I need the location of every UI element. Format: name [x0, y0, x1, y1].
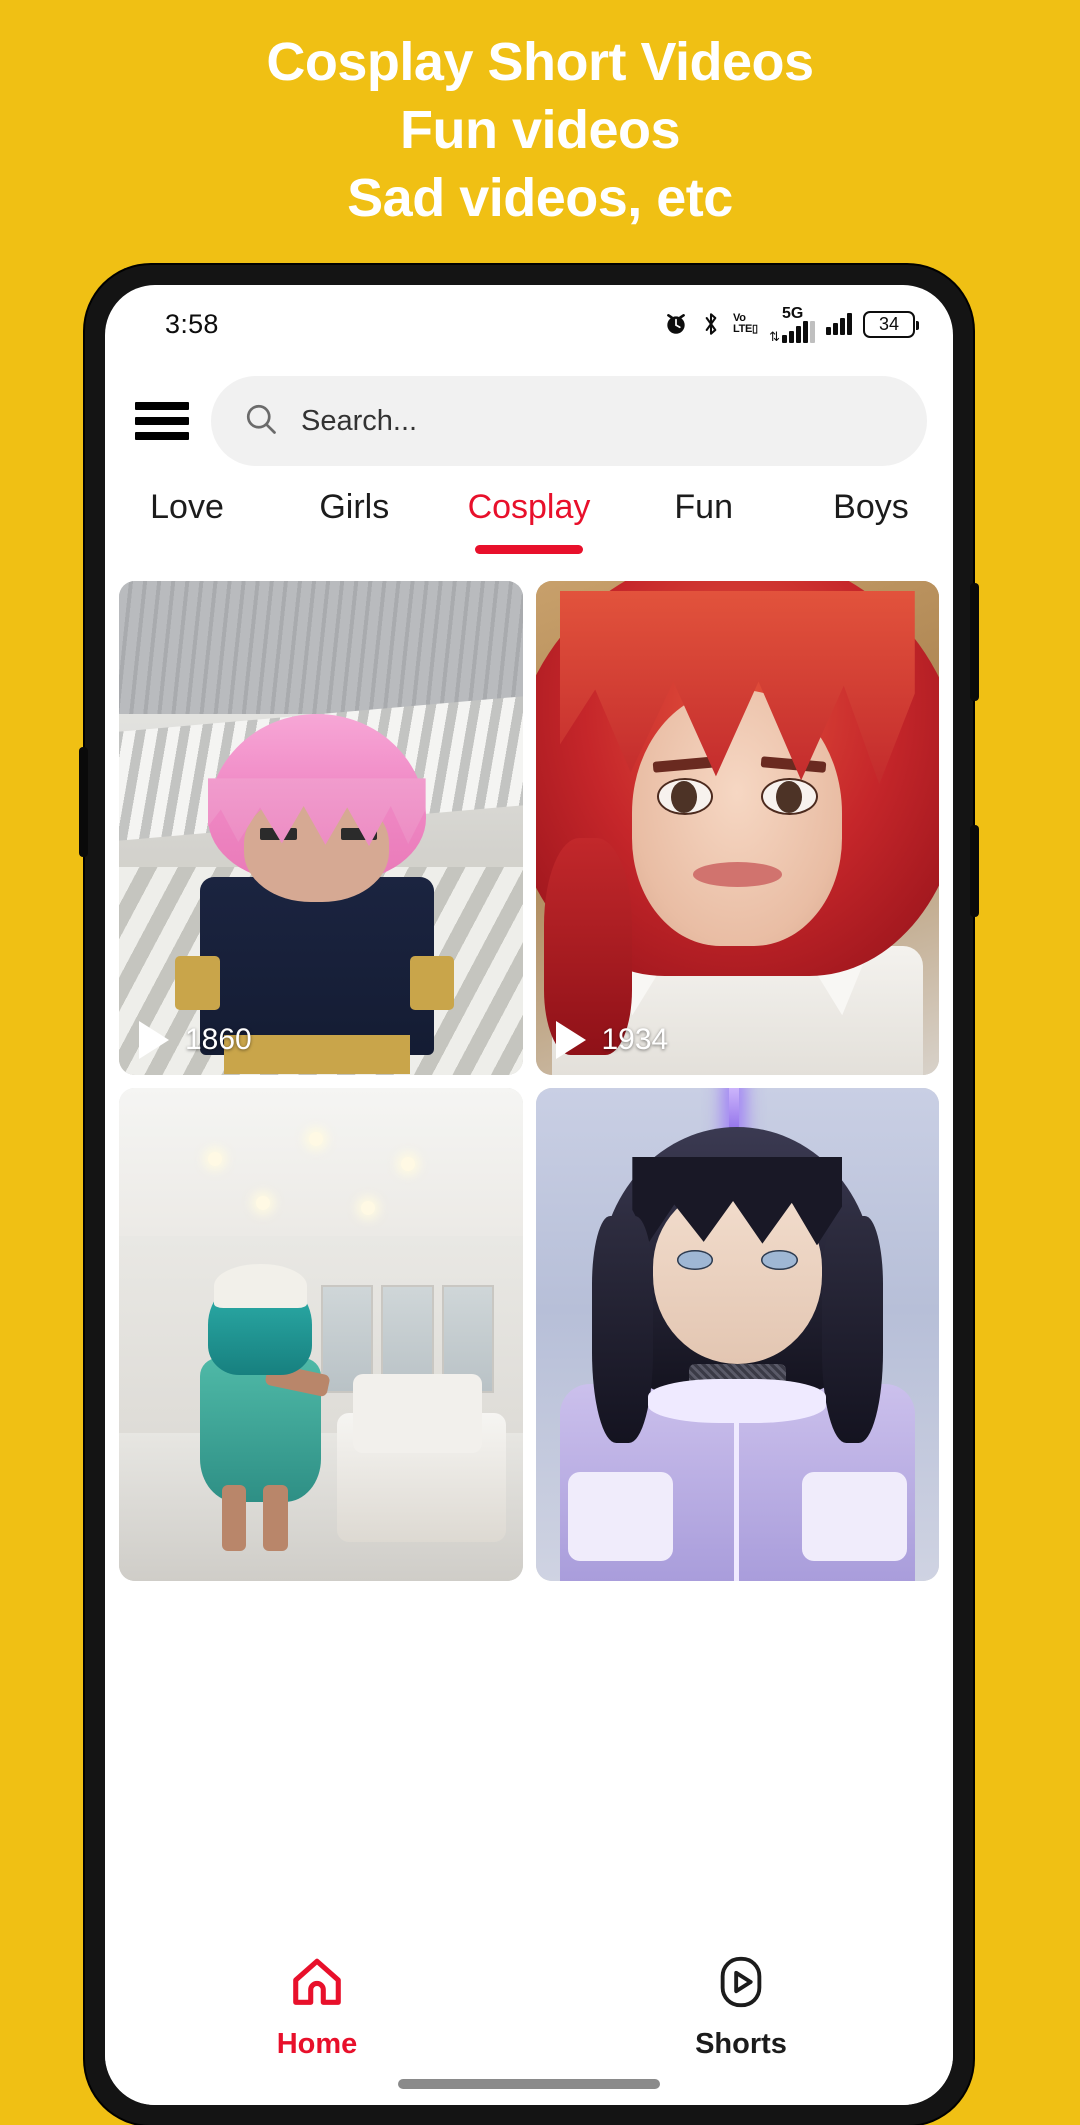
- tab-label: Fun: [674, 488, 733, 526]
- tab-cosplay[interactable]: Cosplay: [467, 488, 591, 554]
- tab-indicator: [650, 545, 758, 554]
- tab-indicator: [133, 545, 241, 554]
- promo-line-2: Fun videos: [399, 100, 681, 160]
- bottom-navigation: Home Shorts: [105, 1933, 953, 2105]
- search-placeholder: Search...: [301, 404, 418, 437]
- video-thumbnail: [535, 581, 939, 1075]
- bluetooth-icon: [700, 311, 722, 337]
- tab-girls[interactable]: Girls: [300, 488, 408, 554]
- status-clock: 3:58: [165, 308, 219, 339]
- assistant-button[interactable]: [970, 825, 979, 917]
- hamburger-bar: [135, 417, 189, 425]
- video-card-teal-hair-cosplay[interactable]: [119, 1087, 523, 1581]
- video-thumbnail: [535, 1087, 939, 1581]
- video-meta: 1934: [555, 1020, 669, 1059]
- nav-label: Home: [276, 2028, 358, 2060]
- video-meta: 1860: [139, 1020, 252, 1059]
- promo-line-3: Sad videos, etc: [347, 168, 733, 228]
- promo-line-1: Cosplay Short Videos: [266, 32, 814, 92]
- shorts-play-icon: [712, 1953, 770, 2016]
- play-icon: [555, 1020, 586, 1059]
- tab-indicator-active: [474, 545, 583, 554]
- nav-item-home[interactable]: Home: [105, 1953, 529, 2061]
- phone-screen: 3:58 Vo LTE▯ ⇅ 5G 34 Search... Love Girl…: [105, 285, 953, 2105]
- play-icon: [139, 1020, 169, 1059]
- search-icon: [243, 401, 279, 442]
- home-icon: [286, 1953, 348, 2016]
- view-count: 1934: [601, 1022, 669, 1056]
- video-grid: 1860 1934: [119, 581, 939, 1581]
- volte-icon: Vo LTE▯: [732, 312, 759, 335]
- volume-button[interactable]: [79, 747, 88, 857]
- battery-icon: 34: [863, 310, 919, 338]
- nav-item-shorts[interactable]: Shorts: [529, 1953, 953, 2061]
- search-input[interactable]: Search...: [211, 376, 927, 466]
- tab-boys[interactable]: Boys: [817, 488, 925, 554]
- tab-fun[interactable]: Fun: [650, 488, 758, 554]
- category-tabs: Love Girls Cosplay Fun Boys: [105, 480, 953, 572]
- video-thumbnail: [119, 581, 523, 1075]
- video-card-red-hair-cosplay[interactable]: 1934: [535, 581, 939, 1075]
- status-icon-group: Vo LTE▯ ⇅ 5G 34: [663, 305, 919, 343]
- video-thumbnail: [119, 1087, 523, 1581]
- nav-label: Shorts: [695, 2028, 787, 2060]
- home-indicator[interactable]: [398, 2079, 660, 2089]
- hamburger-bar: [135, 432, 189, 440]
- tab-label: Love: [150, 488, 224, 526]
- power-button[interactable]: [970, 583, 979, 701]
- tab-indicator: [817, 545, 925, 554]
- signal-5g-icon: ⇅ 5G: [769, 305, 815, 343]
- video-card-dark-hair-cosplay[interactable]: [535, 1087, 939, 1581]
- battery-level: 34: [878, 314, 900, 334]
- hamburger-bar: [135, 402, 189, 410]
- view-count: 1860: [185, 1022, 252, 1056]
- tab-love[interactable]: Love: [133, 488, 241, 554]
- alarm-icon: [663, 311, 689, 337]
- phone-frame: 3:58 Vo LTE▯ ⇅ 5G 34 Search... Love Girl…: [79, 265, 979, 2125]
- tab-label: Cosplay: [467, 488, 591, 526]
- tab-label: Boys: [833, 488, 909, 526]
- app-top-bar: Search...: [105, 367, 953, 475]
- tab-label: Girls: [319, 488, 390, 526]
- status-bar: 3:58 Vo LTE▯ ⇅ 5G 34: [105, 285, 953, 363]
- signal-bars-icon: [826, 313, 852, 335]
- hamburger-menu-icon[interactable]: [135, 399, 189, 443]
- promo-heading: Cosplay Short Videos Fun videos Sad vide…: [0, 28, 1080, 232]
- video-card-anya-cosplay[interactable]: 1860: [119, 581, 523, 1075]
- tab-indicator: [300, 545, 408, 554]
